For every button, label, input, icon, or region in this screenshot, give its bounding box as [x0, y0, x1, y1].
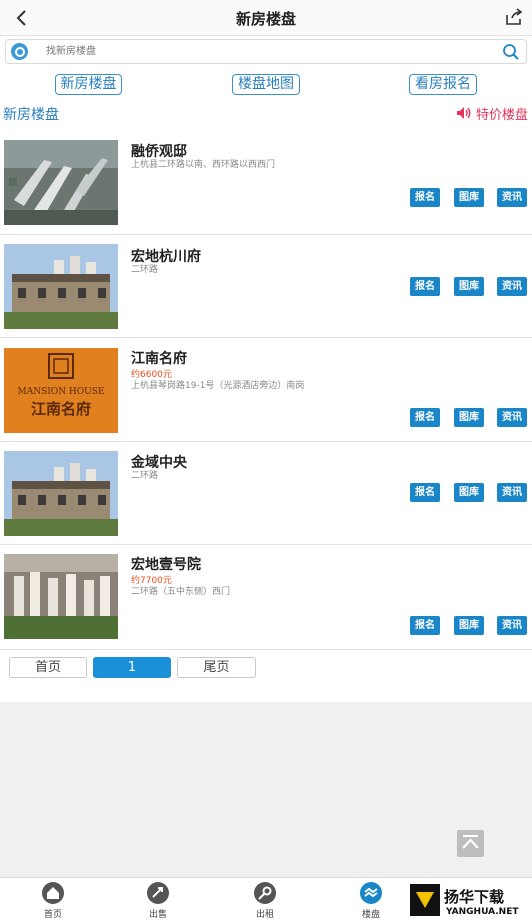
mansion-house-logo-image: MANSION HOUSE 江南名府 — [4, 348, 118, 433]
listing-thumbnail[interactable] — [4, 451, 118, 536]
aerial-rendering-image — [4, 140, 118, 225]
list-item[interactable]: 宏地壹号院 约7700元 二环路（五中东侧）西门 报名 图库 资讯 — [0, 545, 532, 650]
listing-thumbnail[interactable]: MANSION HOUSE 江南名府 — [4, 348, 118, 433]
back-to-top-button[interactable] — [457, 830, 484, 857]
special-offers-link[interactable]: 特价楼盘 — [476, 104, 528, 123]
list-item[interactable]: 金域中央 二环路 报名 图库 资讯 — [0, 442, 532, 545]
list-item[interactable]: 融侨观邸 上杭县二环路以南、西环路以西西门 报名 图库 资讯 — [0, 128, 532, 235]
listing-price: 约6600元 — [131, 370, 172, 380]
news-button[interactable]: 资讯 — [497, 408, 527, 427]
building-icon — [360, 882, 382, 904]
key-icon — [254, 882, 276, 904]
model-sandtable-image — [4, 554, 118, 639]
list-item[interactable]: MANSION HOUSE 江南名府 江南名府 约6600元 上杭县琴岗路19-… — [0, 338, 532, 442]
listing-price: 约7700元 — [131, 576, 172, 586]
gallery-button[interactable]: 图库 — [454, 277, 484, 296]
nav-sell[interactable]: 出售 — [128, 878, 188, 920]
listing-name[interactable]: 宏地壹号院 — [131, 554, 201, 574]
watermark-en-text: YANGHUA.NET — [445, 907, 519, 917]
signup-button[interactable]: 报名 — [410, 188, 440, 207]
nav-home[interactable]: 首页 — [23, 878, 83, 920]
list-item[interactable]: 宏地杭川府 二环路 报名 图库 资讯 — [0, 235, 532, 338]
tab-new-homes[interactable]: 新房楼盘 — [55, 74, 122, 95]
bottom-nav: 首页 出售 出租 楼盘 扬华下载 YANGHUA.NET — [0, 877, 532, 920]
news-button[interactable]: 资讯 — [497, 188, 527, 207]
section-title: 新房楼盘 — [3, 107, 59, 123]
home-icon — [42, 882, 64, 904]
news-button[interactable]: 资讯 — [497, 616, 527, 635]
listing-address: 二环路（五中东侧）西门 — [131, 587, 231, 597]
tab-viewing-signup[interactable]: 看房报名 — [409, 74, 477, 95]
gallery-button[interactable]: 图库 — [454, 188, 484, 207]
listing-thumbnail[interactable] — [4, 244, 118, 329]
arrow-up-icon — [462, 835, 479, 849]
nav-buildings[interactable]: 楼盘 — [341, 878, 401, 920]
listing-address: 上杭县琴岗路19-1号（光源酒店旁边）南岗 — [131, 381, 305, 391]
listing-name[interactable]: 宏地杭川府 — [131, 246, 201, 266]
listing-address: 上杭县二环路以南、西环路以西西门 — [131, 160, 276, 170]
page-title: 新房楼盘 — [235, 10, 296, 28]
gallery-button[interactable]: 图库 — [454, 616, 484, 635]
listing-list: 融侨观邸 上杭县二环路以南、西环路以西西门 报名 图库 资讯 宏地杭川府 二环路… — [0, 128, 532, 702]
top-bar: 新房楼盘 — [0, 0, 532, 36]
nav-rent[interactable]: 出租 — [235, 878, 295, 920]
search-bar — [0, 36, 532, 68]
listing-address: 二环路 — [131, 265, 159, 275]
signup-button[interactable]: 报名 — [410, 408, 440, 427]
mansion-house-text: MANSION HOUSE — [18, 387, 105, 397]
nav-label: 首页 — [43, 910, 62, 920]
pagination: 首页 1 尾页 — [0, 652, 532, 702]
sell-icon — [147, 882, 169, 904]
listing-thumbnail[interactable] — [4, 554, 118, 639]
villa-rendering-image — [4, 451, 118, 536]
news-button[interactable]: 资讯 — [497, 277, 527, 296]
speaker-icon — [457, 107, 471, 119]
app-logo-icon — [11, 43, 28, 60]
search-box — [5, 39, 527, 64]
gallery-button[interactable]: 图库 — [454, 408, 484, 427]
nav-label: 出售 — [148, 910, 167, 920]
watermark-logo: 扬华下载 YANGHUA.NET — [410, 882, 532, 918]
listing-name[interactable]: 金域中央 — [131, 452, 187, 472]
listing-name[interactable]: 融侨观邸 — [131, 141, 187, 161]
current-page-button[interactable]: 1 — [93, 657, 171, 678]
search-input[interactable] — [46, 43, 486, 60]
signup-button[interactable]: 报名 — [410, 483, 440, 502]
listing-name[interactable]: 江南名府 — [131, 348, 187, 368]
news-button[interactable]: 资讯 — [497, 483, 527, 502]
search-icon[interactable] — [502, 43, 520, 61]
first-page-button[interactable]: 首页 — [9, 657, 87, 678]
last-page-button[interactable]: 尾页 — [177, 657, 256, 678]
share-icon[interactable] — [504, 7, 524, 27]
nav-label: 楼盘 — [361, 910, 380, 920]
page: 新房楼盘 新房楼盘 楼盘地图 看房报名 新房楼盘 特价楼盘 — [0, 0, 532, 920]
tab-map[interactable]: 楼盘地图 — [232, 74, 300, 95]
section-header: 新房楼盘 特价楼盘 — [0, 100, 532, 128]
villa-rendering-image — [4, 244, 118, 329]
listing-thumbnail[interactable] — [4, 140, 118, 225]
signup-button[interactable]: 报名 — [410, 277, 440, 296]
gallery-button[interactable]: 图库 — [454, 483, 484, 502]
listing-address: 二环路 — [131, 471, 159, 481]
tab-bar: 新房楼盘 楼盘地图 看房报名 — [0, 68, 532, 100]
mansion-name-text: 江南名府 — [31, 400, 91, 418]
watermark-cn-text: 扬华下载 — [444, 888, 504, 906]
nav-label: 出租 — [255, 910, 274, 920]
signup-button[interactable]: 报名 — [410, 616, 440, 635]
